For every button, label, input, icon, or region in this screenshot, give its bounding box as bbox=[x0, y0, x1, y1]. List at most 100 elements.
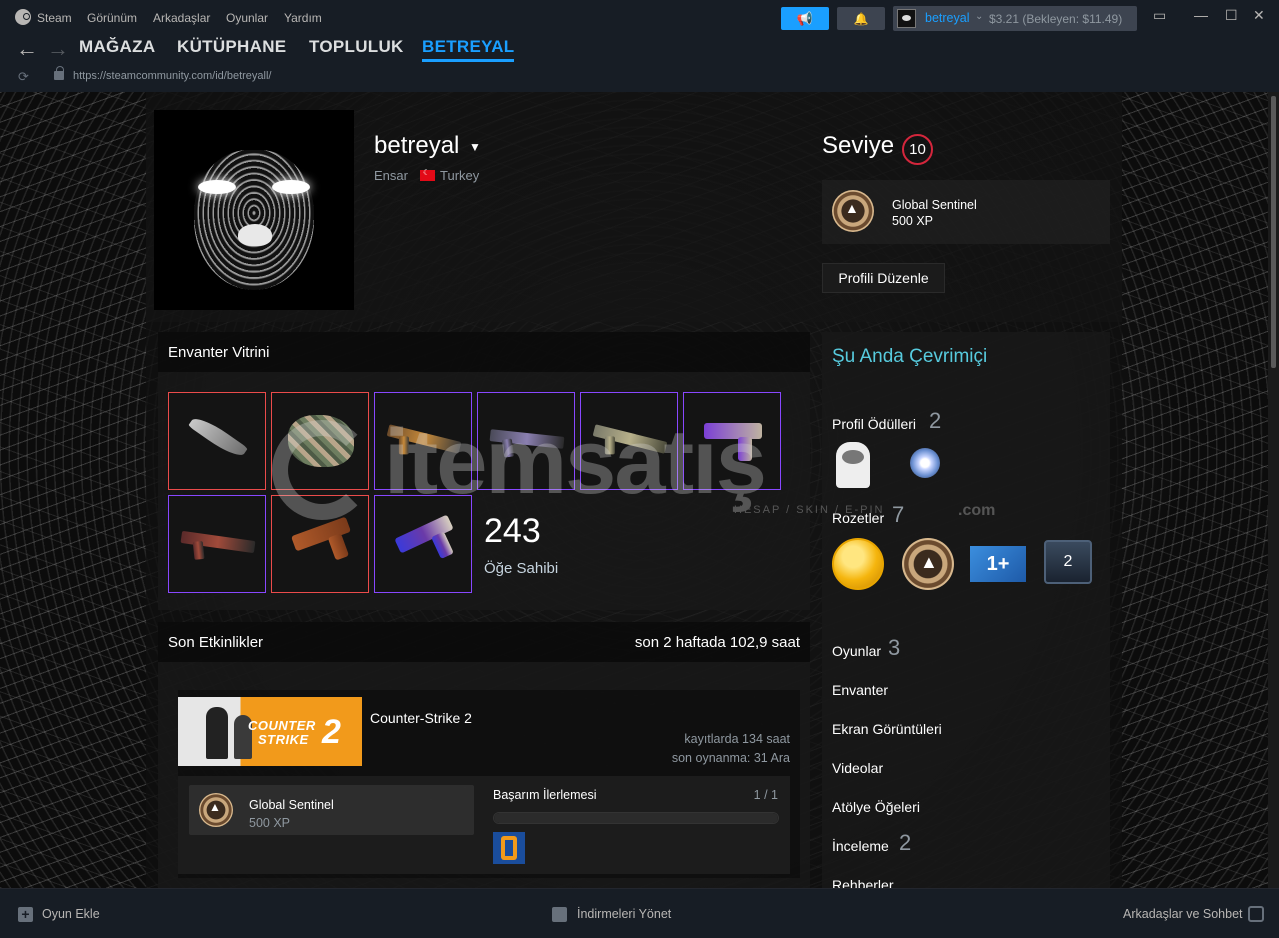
achievement-count: 1 / 1 bbox=[753, 788, 778, 802]
favorite-badge-xp: 500 XP bbox=[892, 214, 934, 228]
account-name: betreyal bbox=[925, 11, 970, 25]
bust-award-icon[interactable] bbox=[836, 442, 870, 488]
showcase-item-revolver[interactable] bbox=[374, 495, 472, 593]
badges-link[interactable]: Rozetler bbox=[832, 510, 884, 526]
games-link[interactable]: Oyunlar bbox=[832, 643, 881, 659]
games-count[interactable]: 3 bbox=[888, 635, 900, 661]
game-name[interactable]: Counter-Strike 2 bbox=[370, 710, 472, 726]
level-two-badge-icon[interactable]: 2 bbox=[1044, 540, 1092, 584]
level-label: Seviye bbox=[822, 132, 895, 159]
showcase-item-gloves[interactable] bbox=[271, 392, 369, 490]
showcase-item-ak[interactable] bbox=[374, 392, 472, 490]
game-badge[interactable]: Global Sentinel 500 XP bbox=[189, 785, 474, 835]
level-badge[interactable]: 10 bbox=[902, 134, 933, 165]
add-game-button[interactable]: Oyun Ekle bbox=[42, 907, 100, 921]
game-last-played: son oynanma: 31 Ara bbox=[671, 751, 790, 765]
recent-game: COUNTER STRIKE 2 Counter-Strike 2 kayıtl… bbox=[178, 690, 800, 878]
manage-downloads-button[interactable]: İndirmeleri Yönet bbox=[577, 907, 671, 921]
recent-activity-title: Son Etkinlikler bbox=[168, 634, 264, 651]
avatar-face bbox=[194, 150, 314, 290]
friends-icon[interactable] bbox=[1248, 906, 1264, 922]
tab-community[interactable]: TOPLULUK bbox=[309, 37, 404, 57]
guides-link[interactable]: Rehberler bbox=[832, 877, 893, 888]
pistol-icon bbox=[291, 516, 351, 552]
showcase-title: Envanter Vitrini bbox=[168, 344, 270, 361]
coin-badge-icon[interactable] bbox=[832, 538, 884, 590]
navigation-bar: ← → MAĞAZA KÜTÜPHANE TOPLULUK BETREYAL ⟳… bbox=[0, 36, 1279, 92]
rifle-icon bbox=[386, 424, 462, 454]
knife-icon bbox=[188, 412, 248, 462]
menu-friends[interactable]: Arkadaşlar bbox=[153, 11, 210, 25]
account-menu[interactable]: betreyal ⌄ $3.21 (Bekleyen: $11.49) bbox=[893, 6, 1137, 31]
showcase-item-m4[interactable] bbox=[168, 495, 266, 593]
profile-country: Turkey bbox=[440, 168, 480, 183]
wallet-balance: $3.21 (Bekleyen: $11.49) bbox=[989, 12, 1123, 26]
pistol-icon bbox=[704, 423, 762, 461]
game-badge-xp: 500 XP bbox=[249, 816, 291, 830]
game-hours: kayıtlarda 134 saat bbox=[684, 732, 790, 746]
announcements-button[interactable]: 📢 bbox=[781, 7, 829, 30]
achievement-progress-label[interactable]: Başarım İlerlemesi bbox=[493, 788, 597, 802]
profile-sidebar: Şu Anda Çevrimiçi Profil Ödülleri 2 Roze… bbox=[822, 332, 1110, 888]
friends-chat-button[interactable]: Arkadaşlar ve Sohbet bbox=[1123, 907, 1243, 921]
menu-view[interactable]: Görünüm bbox=[87, 11, 137, 25]
menu-games[interactable]: Oyunlar bbox=[226, 11, 268, 25]
notifications-button[interactable]: 🔔 bbox=[837, 7, 885, 30]
videos-link[interactable]: Videolar bbox=[832, 760, 883, 776]
game-badge-name: Global Sentinel bbox=[249, 798, 334, 812]
back-arrow-icon[interactable]: ← bbox=[16, 36, 38, 62]
workshop-link[interactable]: Atölye Öğeleri bbox=[832, 799, 920, 815]
big-picture-icon[interactable]: ▭ bbox=[1153, 7, 1166, 24]
items-owned-label: Öğe Sahibi bbox=[484, 560, 559, 577]
recent-activity-header: Son Etkinlikler son 2 haftada 102,9 saat bbox=[158, 622, 810, 662]
profile-name[interactable]: betreyal bbox=[374, 132, 459, 160]
global-sentinel-medal-icon bbox=[199, 793, 233, 827]
edit-profile-button[interactable]: Profili Düzenle bbox=[822, 263, 945, 293]
maximize-icon[interactable]: ☐ bbox=[1225, 7, 1238, 24]
favorite-badge-name: Global Sentinel bbox=[892, 198, 977, 212]
showcase-item-deagle[interactable] bbox=[271, 495, 369, 593]
showcase-item-sniper[interactable] bbox=[580, 392, 678, 490]
screenshots-link[interactable]: Ekran Görüntüleri bbox=[832, 721, 942, 737]
reviews-count[interactable]: 2 bbox=[899, 830, 911, 856]
profile-awards-count[interactable]: 2 bbox=[929, 408, 941, 434]
scrollbar-thumb[interactable] bbox=[1271, 96, 1276, 368]
minimize-icon[interactable]: — bbox=[1194, 7, 1208, 23]
tab-store[interactable]: MAĞAZA bbox=[79, 37, 155, 57]
menu-steam[interactable]: Steam bbox=[37, 11, 72, 25]
achievement-icon[interactable] bbox=[493, 832, 525, 864]
achievement-progress-bar bbox=[493, 812, 779, 824]
game-capsule[interactable]: COUNTER STRIKE 2 bbox=[178, 697, 362, 766]
profile-avatar[interactable] bbox=[154, 110, 354, 310]
reload-icon[interactable]: ⟳ bbox=[18, 69, 29, 85]
avatar-eye-left bbox=[198, 180, 236, 194]
avatar-mouth bbox=[238, 224, 272, 246]
address-url[interactable]: https://steamcommunity.com/id/betreyall/ bbox=[73, 70, 271, 82]
tab-library[interactable]: KÜTÜPHANE bbox=[177, 37, 286, 57]
name-history-caret-icon[interactable]: ▼ bbox=[469, 140, 481, 154]
profile-real-name: Ensar bbox=[374, 168, 408, 183]
forward-arrow-icon[interactable]: → bbox=[47, 36, 69, 62]
reviews-link[interactable]: İnceleme bbox=[832, 838, 889, 854]
achievement-progress-fill bbox=[494, 813, 778, 823]
showcase-item-glock[interactable] bbox=[683, 392, 781, 490]
showcase-item-knife[interactable] bbox=[168, 392, 266, 490]
showcase-item-sg[interactable] bbox=[477, 392, 575, 490]
download-icon[interactable] bbox=[552, 907, 567, 922]
add-game-icon[interactable]: + bbox=[18, 907, 33, 922]
inventory-link[interactable]: Envanter bbox=[832, 682, 888, 698]
profile-awards-link[interactable]: Profil Ödülleri bbox=[832, 416, 916, 432]
close-icon[interactable]: ✕ bbox=[1253, 7, 1265, 24]
showcase-header: Envanter Vitrini bbox=[158, 332, 810, 372]
years-badge-icon[interactable]: 1+ bbox=[970, 546, 1026, 582]
favorite-badge[interactable]: Global Sentinel 500 XP bbox=[822, 180, 1110, 244]
page-scrollbar[interactable] bbox=[1268, 92, 1279, 888]
bell-icon: 🔔 bbox=[853, 11, 869, 26]
orb-award-icon[interactable] bbox=[910, 448, 940, 478]
profile-page: betreyal ▼ Ensar Turkey Seviye 10 Global… bbox=[146, 92, 1122, 888]
tab-profile[interactable]: BETREYAL bbox=[422, 37, 515, 62]
badges-count[interactable]: 7 bbox=[892, 502, 904, 528]
capsule-title-number: 2 bbox=[322, 713, 341, 751]
menu-help[interactable]: Yardım bbox=[284, 11, 322, 25]
medal-badge[interactable] bbox=[902, 538, 954, 590]
